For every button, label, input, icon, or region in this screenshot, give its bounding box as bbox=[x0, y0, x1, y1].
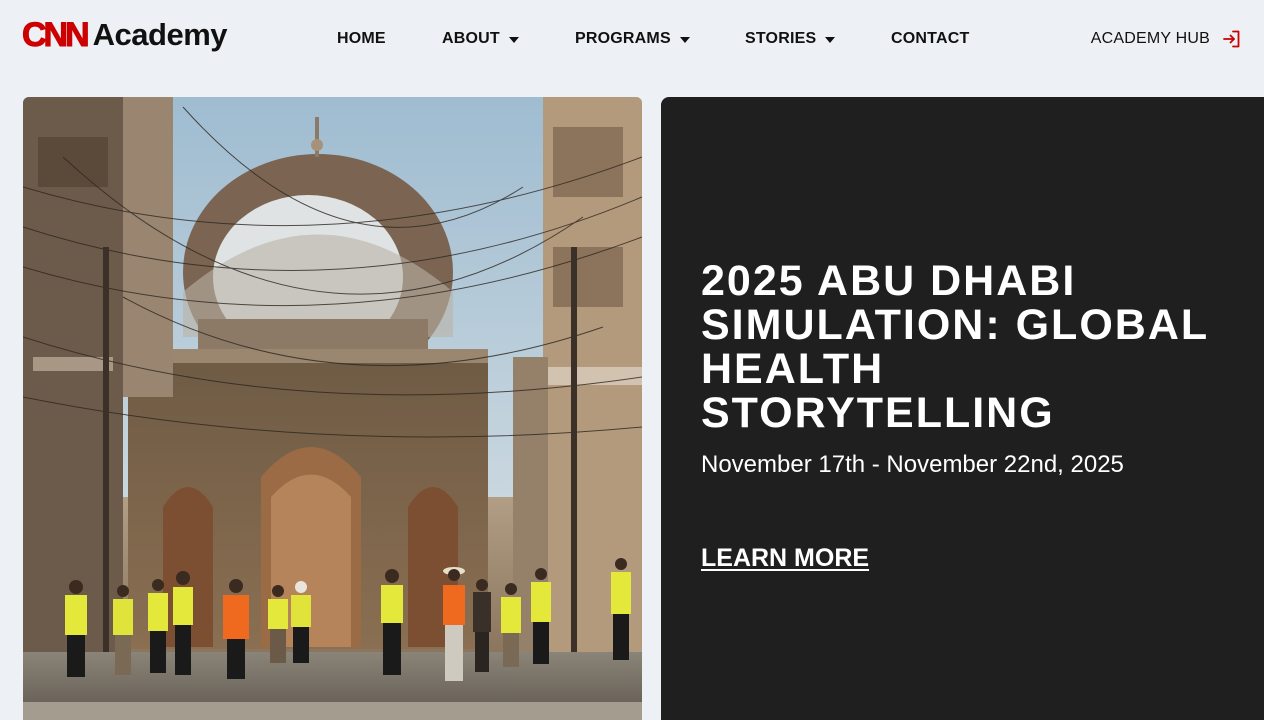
chevron-down-icon bbox=[508, 36, 519, 43]
site-header: CNN Academy HOME ABOUT PROGRAMS STORIES … bbox=[0, 0, 1264, 78]
nav-home-label: HOME bbox=[337, 30, 386, 47]
event-date: November 17th - November 22nd, 2025 bbox=[701, 451, 1124, 478]
nav-programs-label: PROGRAMS bbox=[575, 30, 671, 47]
hero-card: 2025 ABU DHABI SIMULATION: GLOBAL HEALTH… bbox=[661, 97, 1264, 720]
nav-programs[interactable]: PROGRAMS bbox=[575, 28, 690, 50]
nav-stories-label: STORIES bbox=[745, 30, 817, 47]
academy-hub-label: ACADEMY HUB bbox=[1090, 30, 1210, 47]
main-nav: HOME ABOUT PROGRAMS STORIES CONTACT bbox=[0, 28, 1264, 50]
sign-in-icon bbox=[1223, 30, 1240, 48]
nav-about[interactable]: ABOUT bbox=[442, 28, 519, 50]
hero-photo-illustration bbox=[23, 97, 642, 720]
nav-stories[interactable]: STORIES bbox=[745, 28, 836, 50]
nav-contact[interactable]: CONTACT bbox=[891, 28, 969, 50]
hero-title: 2025 ABU DHABI SIMULATION: GLOBAL HEALTH… bbox=[701, 257, 1209, 437]
chevron-down-icon bbox=[825, 36, 836, 43]
nav-home[interactable]: HOME bbox=[337, 28, 386, 50]
learn-more-link[interactable]: LEARN MORE bbox=[701, 544, 869, 572]
nav-contact-label: CONTACT bbox=[891, 30, 970, 47]
hero-photo bbox=[23, 97, 642, 720]
nav-about-label: ABOUT bbox=[442, 30, 500, 47]
chevron-down-icon bbox=[679, 36, 690, 43]
academy-hub-link[interactable]: ACADEMY HUB bbox=[1091, 27, 1242, 51]
